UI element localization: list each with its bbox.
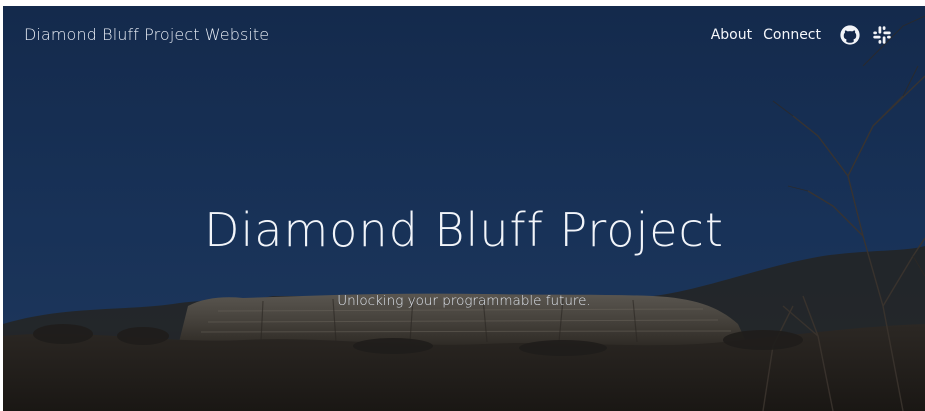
hero-banner: Diamond Bluff Project Website About Conn… [3,6,925,411]
nav-link-about[interactable]: About [711,27,752,43]
site-title[interactable]: Diamond Bluff Project Website [24,25,269,44]
nav-link-connect[interactable]: Connect [763,27,821,43]
hero-tagline: Unlocking your programmable future. [337,293,591,309]
github-icon[interactable] [839,24,861,46]
hero-title: Diamond Bluff Project [204,203,724,257]
top-navigation: Diamond Bluff Project Website About Conn… [3,6,925,66]
nav-links: About Connect [711,27,821,43]
slack-icon[interactable] [871,24,893,46]
social-icons [839,24,893,46]
